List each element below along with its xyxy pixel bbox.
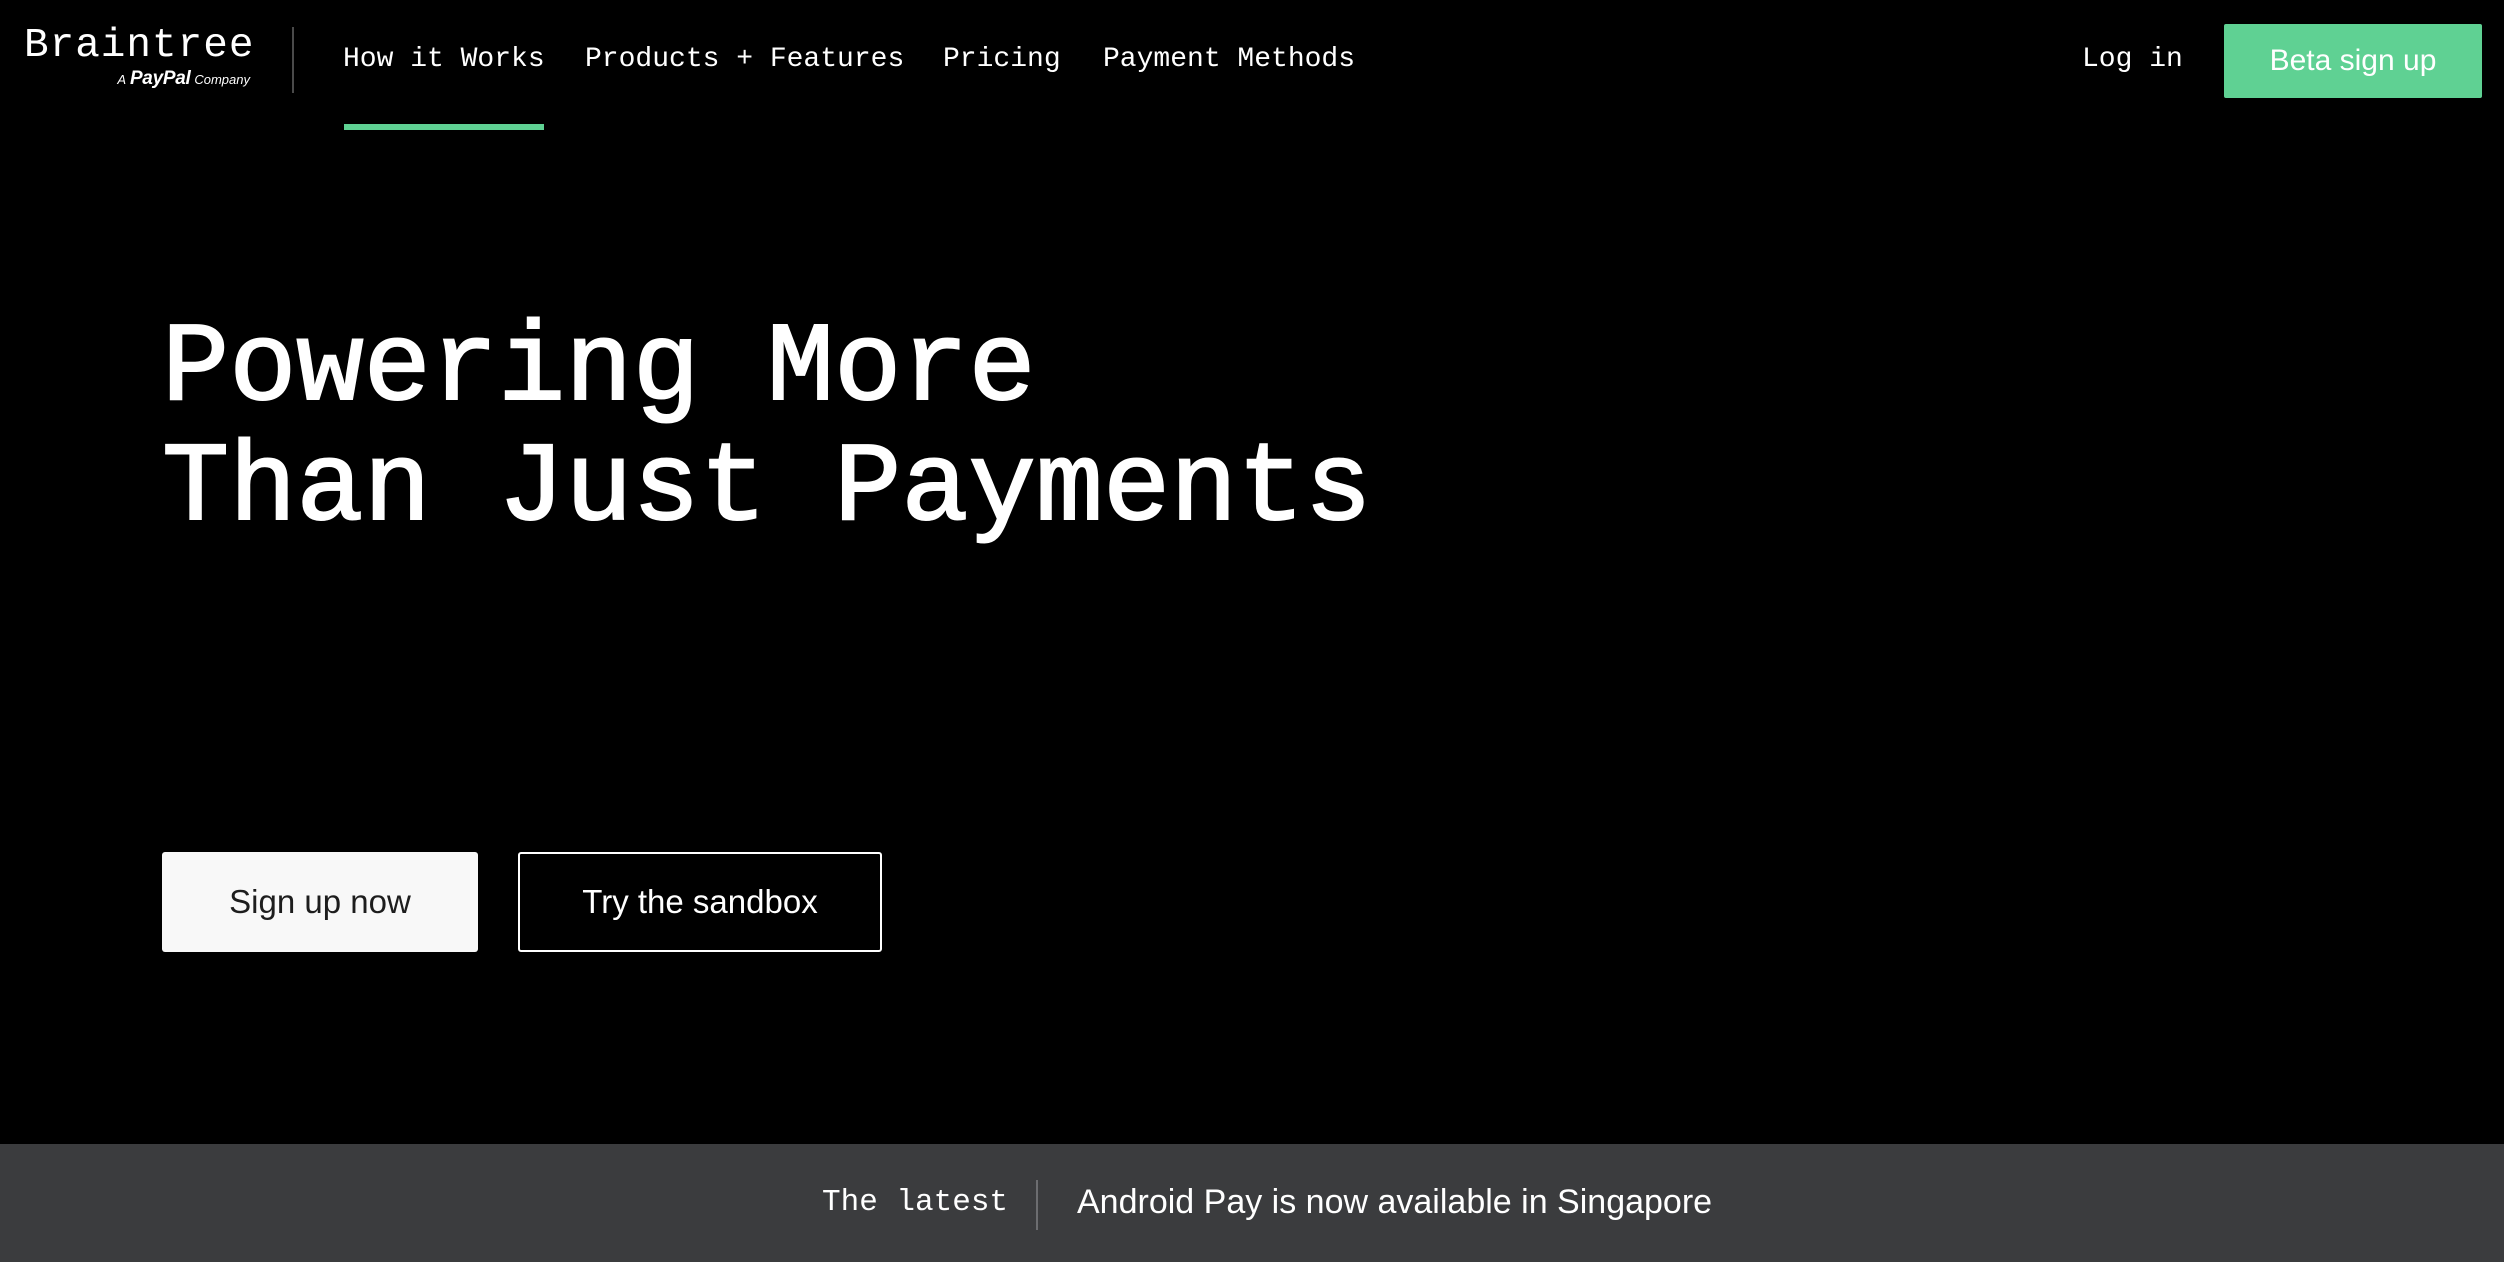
site-header: Braintree A PayPal Company How it Works … (0, 0, 2504, 130)
logo-tagline-prefix: A (117, 72, 127, 87)
beta-signup-button[interactable]: Beta sign up (2224, 24, 2482, 98)
announcement-divider (1036, 1180, 1038, 1230)
login-link[interactable]: Log in (2082, 40, 2183, 80)
paypal-logo: PayPal (129, 68, 191, 89)
announcement-label: The latest (822, 1185, 1009, 1220)
hero-title: Powering More Than Just Payments (161, 306, 1373, 553)
announcement-bar: The latest Android Pay is now available … (0, 1144, 2504, 1262)
logo-wordmark: Braintree (24, 23, 255, 69)
nav-item-label: How it Works (343, 44, 545, 75)
hero-title-line-1: Powering More (161, 306, 1037, 433)
nav-how-it-works[interactable]: How it Works (343, 0, 547, 130)
announcement-link[interactable]: Android Pay is now available in Singapor… (1077, 1181, 1712, 1223)
try-sandbox-button[interactable]: Try the sandbox (518, 852, 882, 952)
braintree-logo[interactable]: Braintree A PayPal Company (24, 22, 253, 94)
nav-pricing[interactable]: Pricing (943, 0, 1067, 130)
nav-item-label: Payment Methods (1103, 44, 1356, 75)
nav-item-label: Products + Features (585, 44, 905, 75)
nav-payment-methods[interactable]: Payment Methods (1103, 0, 1357, 130)
active-nav-indicator (344, 124, 544, 130)
nav-products-features[interactable]: Products + Features (585, 0, 911, 130)
logo-tagline: A PayPal Company (117, 69, 250, 90)
header-divider (292, 27, 294, 93)
hero-title-line-2: Than Just Payments (161, 426, 1373, 553)
sign-up-now-button[interactable]: Sign up now (162, 852, 478, 952)
logo-tagline-suffix: Company (194, 72, 250, 87)
nav-item-label: Pricing (943, 44, 1061, 75)
